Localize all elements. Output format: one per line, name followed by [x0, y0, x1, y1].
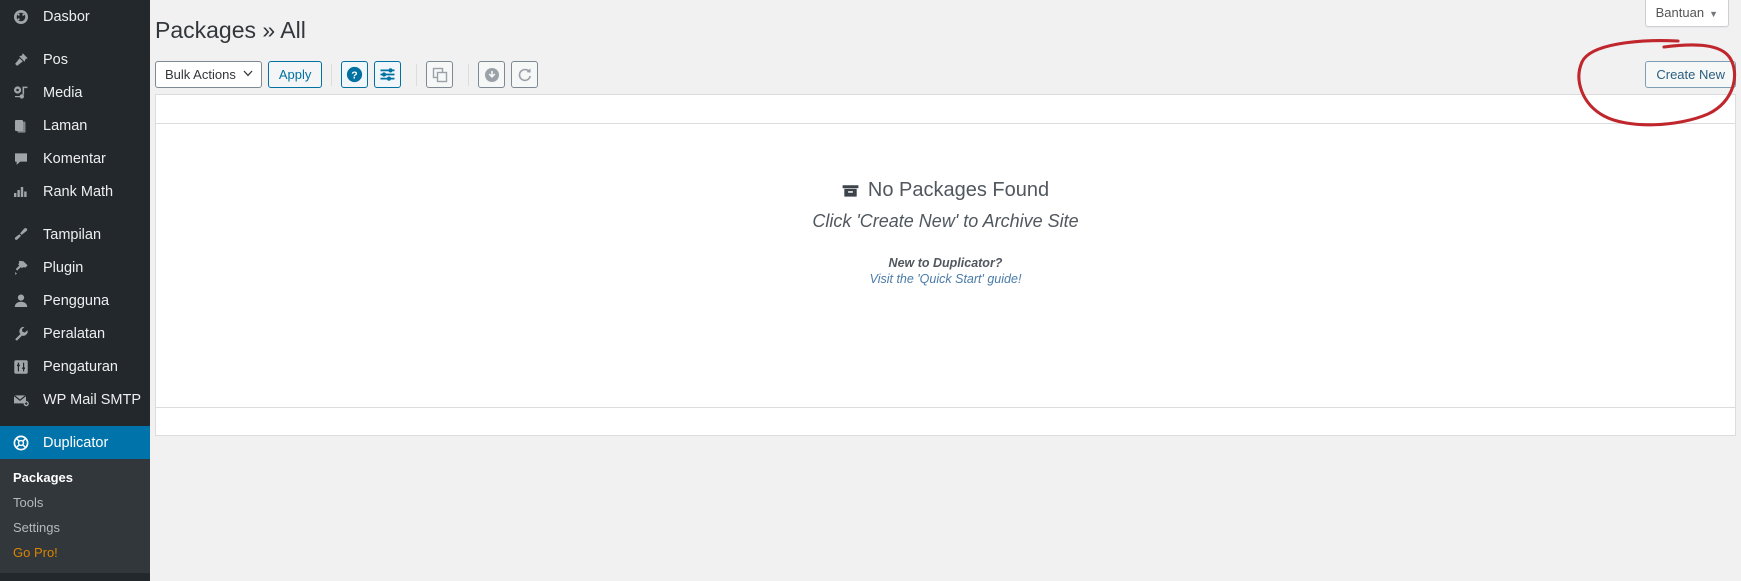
sidebar-item-media[interactable]: Media — [0, 76, 150, 109]
apply-button[interactable]: Apply — [267, 61, 323, 88]
sidebar-item-peralatan[interactable]: Peralatan — [0, 317, 150, 350]
sidebar-item-komentar[interactable]: Komentar — [0, 142, 150, 175]
pages-icon — [13, 118, 35, 134]
submenu-item-settings[interactable]: Settings — [0, 515, 150, 540]
filter-icon — [379, 67, 396, 82]
empty-state-title: No Packages Found — [867, 179, 1050, 201]
main-content: Bantuan ▼ Packages » All Bulk Actions App… — [150, 0, 1741, 581]
help-tab-label: Bantuan — [1655, 5, 1705, 20]
pin-icon — [13, 52, 35, 68]
sidebar-item-label: Duplicator — [43, 434, 109, 451]
help-icon: ? — [346, 66, 363, 83]
sidebar-item-plugin[interactable]: Plugin — [0, 251, 150, 284]
sidebar-item-laman[interactable]: Laman — [0, 109, 150, 142]
packages-table-header — [156, 95, 1735, 124]
packages-panel: No Packages Found Click 'Create New' to … — [155, 94, 1736, 436]
chevron-down-icon: ▼ — [1709, 9, 1718, 19]
admin-sidebar: Dasbor Pos Media Laman Komentar Rank Mat… — [0, 0, 158, 581]
svg-text:?: ? — [352, 69, 358, 81]
restore-icon-button[interactable] — [511, 61, 539, 88]
duplicator-submenu: Packages Tools Settings Go Pro! — [0, 459, 150, 573]
sidebar-item-label: Komentar — [43, 150, 106, 167]
sidebar-item-label: Pengaturan — [43, 358, 118, 375]
tools-icon — [13, 326, 35, 342]
create-new-button[interactable]: Create New — [1645, 61, 1736, 88]
sidebar-separator — [0, 33, 150, 43]
quick-start-guide-link[interactable]: Visit the 'Quick Start' guide! — [870, 272, 1022, 286]
copy-icon — [432, 67, 448, 83]
restore-icon — [517, 67, 533, 83]
sidebar-item-label: Rank Math — [43, 183, 114, 200]
archive-box-icon — [842, 183, 859, 199]
comments-icon — [13, 151, 35, 167]
sidebar-item-label: Laman — [43, 117, 88, 134]
sidebar-item-label: Peralatan — [43, 325, 106, 342]
plugin-icon — [13, 260, 35, 276]
sidebar-item-wp-mail-smtp[interactable]: WP Mail SMTP — [0, 383, 150, 416]
sidebar-item-label: Dasbor — [43, 8, 90, 25]
toolbar-divider — [331, 63, 333, 86]
empty-state-title-row: No Packages Found — [842, 179, 1049, 202]
sidebar-item-label: Pos — [43, 51, 68, 68]
settings-icon — [13, 359, 35, 375]
sidebar-item-tampilan[interactable]: Tampilan — [0, 218, 150, 251]
users-icon — [13, 293, 35, 309]
sidebar-item-dasbor[interactable]: Dasbor — [0, 0, 150, 33]
chevron-down-icon — [243, 69, 253, 80]
sidebar-item-pengaturan[interactable]: Pengaturan — [0, 350, 150, 383]
list-toolbar: Bulk Actions Apply ? — [155, 61, 544, 88]
sidebar-separator — [0, 416, 150, 426]
sidebar-item-duplicator[interactable]: Duplicator — [0, 426, 158, 459]
duplicator-icon — [13, 435, 35, 451]
help-icon-button[interactable]: ? — [341, 61, 369, 88]
bulk-actions-select[interactable]: Bulk Actions — [155, 61, 262, 88]
page-title: Packages » All — [155, 17, 306, 43]
sidebar-item-label: Plugin — [43, 259, 84, 276]
empty-state-subtitle: Click 'Create New' to Archive Site — [812, 210, 1079, 231]
sidebar-item-pos[interactable]: Pos — [0, 43, 150, 76]
copy-icon-button[interactable] — [426, 61, 454, 88]
sidebar-item-rank-math[interactable]: Rank Math — [0, 175, 150, 208]
download-icon-button[interactable] — [478, 61, 506, 88]
help-tab-button[interactable]: Bantuan ▼ — [1644, 0, 1729, 27]
toolbar-divider — [468, 63, 470, 86]
submenu-item-go-pro[interactable]: Go Pro! — [0, 540, 150, 565]
empty-state: No Packages Found Click 'Create New' to … — [156, 179, 1735, 288]
empty-state-small-heading: New to Duplicator? — [888, 255, 1003, 270]
filter-icon-button[interactable] — [374, 61, 402, 88]
sidebar-separator — [0, 208, 150, 218]
appearance-icon — [13, 227, 35, 243]
toolbar-divider — [416, 63, 418, 86]
media-icon — [13, 85, 35, 101]
help-tab-container: Bantuan ▼ — [1644, 0, 1729, 27]
sidebar-item-label: Media — [43, 84, 83, 101]
sidebar-item-label: WP Mail SMTP — [43, 391, 142, 408]
app-screen: Dasbor Pos Media Laman Komentar Rank Mat… — [0, 0, 1741, 581]
sidebar-item-label: Pengguna — [43, 292, 110, 309]
submenu-item-tools[interactable]: Tools — [0, 490, 150, 515]
dashboard-icon — [13, 9, 35, 25]
packages-table-footer — [156, 407, 1735, 435]
mail-icon — [13, 392, 35, 408]
download-icon — [484, 67, 500, 83]
sidebar-item-label: Tampilan — [43, 226, 102, 243]
bulk-actions-label: Bulk Actions — [165, 67, 236, 82]
sidebar-item-pengguna[interactable]: Pengguna — [0, 284, 150, 317]
submenu-item-packages[interactable]: Packages — [0, 465, 150, 490]
rankmath-icon — [13, 184, 35, 200]
